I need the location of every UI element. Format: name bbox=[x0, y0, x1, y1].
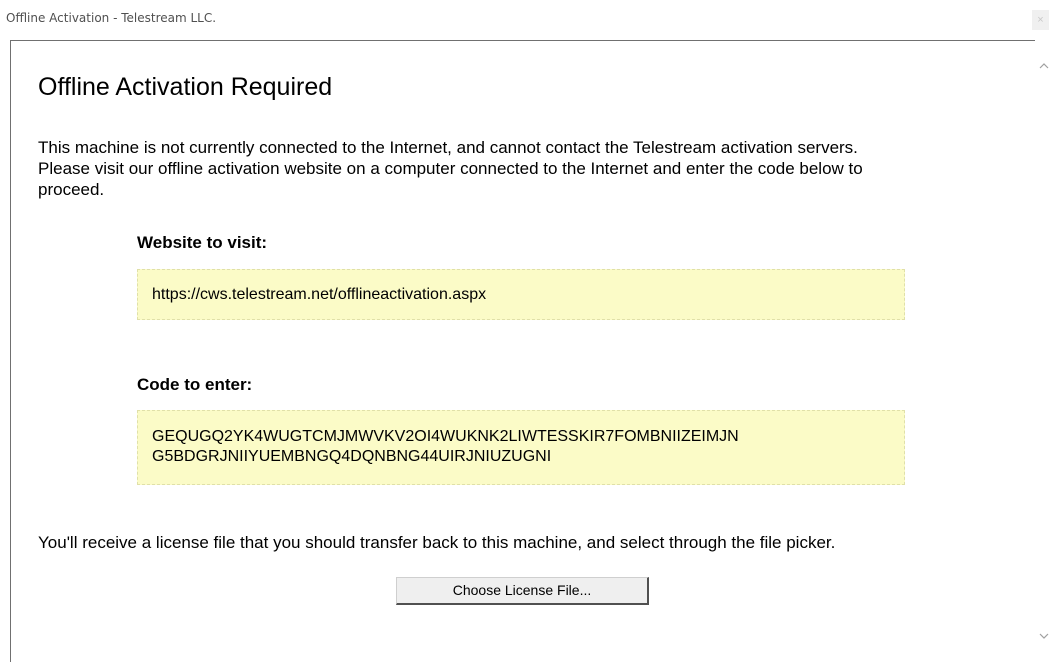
window-title: Offline Activation - Telestream LLC. bbox=[6, 11, 217, 25]
title-bar: Offline Activation - Telestream LLC. × bbox=[0, 0, 1053, 40]
activation-code-line-2[interactable]: G5BDGRJNIIYUEMBNGQ4DQNBNG44UIRJNIUZUGNI bbox=[152, 448, 551, 465]
website-url[interactable]: https://cws.telestream.net/offlineactiva… bbox=[152, 286, 486, 303]
close-icon: × bbox=[1037, 14, 1044, 26]
intro-line-2: Please visit our offline activation webs… bbox=[38, 159, 863, 178]
intro-line-1: This machine is not currently connected … bbox=[38, 138, 858, 157]
vertical-scrollbar[interactable] bbox=[1035, 40, 1053, 662]
activation-code-line-1[interactable]: GEQUGQ2YK4WUGTCMJMWVKV2OI4WUKNK2LIWTESSK… bbox=[152, 428, 739, 445]
chevron-up-icon[interactable] bbox=[1038, 60, 1050, 72]
intro-text: This machine is not currently connected … bbox=[38, 137, 1023, 200]
choose-license-file-button[interactable]: Choose License File... bbox=[396, 577, 649, 605]
chevron-down-icon[interactable] bbox=[1038, 630, 1050, 642]
website-url-box[interactable]: https://cws.telestream.net/offlineactiva… bbox=[137, 269, 905, 320]
page-title: Offline Activation Required bbox=[38, 73, 333, 101]
code-label: Code to enter: bbox=[137, 375, 253, 394]
close-button[interactable]: × bbox=[1032, 10, 1049, 30]
license-instructions: You'll receive a license file that you s… bbox=[38, 533, 836, 552]
website-label: Website to visit: bbox=[137, 233, 268, 252]
intro-line-3: proceed. bbox=[38, 180, 105, 199]
activation-panel: Offline Activation Required This machine… bbox=[10, 40, 1035, 662]
activation-code-box[interactable]: GEQUGQ2YK4WUGTCMJMWVKV2OI4WUKNK2LIWTESSK… bbox=[137, 410, 905, 485]
